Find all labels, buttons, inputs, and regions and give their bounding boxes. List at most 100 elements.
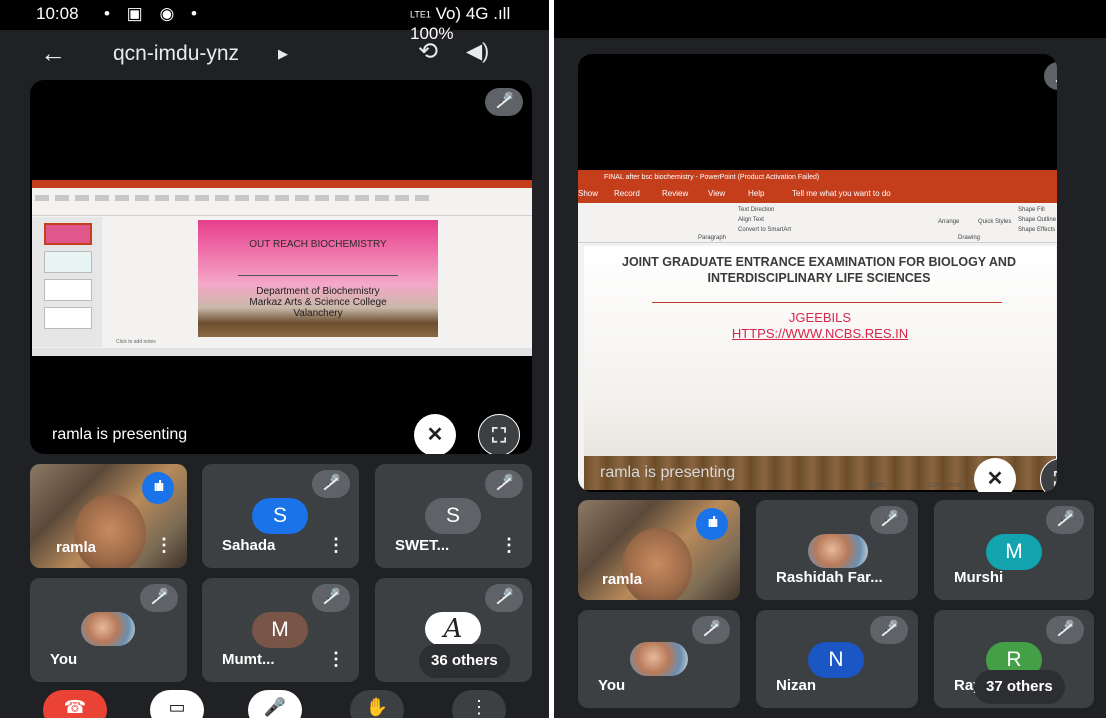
unpin-icon[interactable]: ✕ bbox=[974, 458, 1016, 492]
slide-line-2: Markaz Arts & Science College bbox=[249, 297, 387, 308]
call-controls: ☎ ▭ 🎤 ✋ ⋮ bbox=[0, 690, 549, 718]
participant-tile-ramla[interactable]: ıılı ramla ⋮ bbox=[30, 464, 187, 568]
shared-screen-powerpoint: FINAL after bsc biochemistry - PowerPoin… bbox=[578, 170, 1057, 490]
current-slide: JOINT GRADUATE ENTRANCE EXAMINATION FOR … bbox=[584, 246, 1056, 490]
avatar: M bbox=[986, 534, 1042, 570]
participant-name: You bbox=[598, 677, 626, 694]
ppt-tabs: Show Record Review View Help Tell me wha… bbox=[578, 186, 1057, 203]
left-screenshot: 10:08 • ▣ ◉ • LTE1 Vo) 4G .ıll 100% ← qc… bbox=[0, 0, 549, 718]
switch-camera-icon[interactable]: ⟲ bbox=[418, 37, 438, 66]
right-screenshot: 🎤 FINAL after bsc biochemistry - PowerPo… bbox=[554, 0, 1106, 718]
status-bar: 10:08 • ▣ ◉ • LTE1 Vo) 4G .ıll 100% bbox=[0, 0, 549, 43]
participant-tile-sahada[interactable]: 🎤 S Sahada ⋮ bbox=[202, 464, 359, 568]
others-count[interactable]: 37 others bbox=[974, 670, 1065, 704]
group-paragraph: Paragraph bbox=[698, 235, 727, 241]
slide-divider bbox=[652, 302, 1002, 303]
participant-name: Murshi bbox=[954, 569, 1004, 586]
tab-review: Review bbox=[662, 189, 689, 198]
ppt-ribbon bbox=[32, 188, 532, 216]
avatar bbox=[630, 642, 688, 676]
mic-off-icon: 🎤 bbox=[485, 584, 523, 612]
mic-off-icon: 🎤 bbox=[312, 584, 350, 612]
avatar: S bbox=[425, 498, 481, 534]
presentation-tile[interactable]: 🎤 OUT REACH BIOCHEMISTRY Department of B… bbox=[30, 80, 532, 454]
more-options-icon[interactable]: ⋮ bbox=[327, 649, 345, 670]
more-options-icon[interactable]: ⋮ bbox=[327, 535, 345, 556]
notes-button[interactable]: Notes bbox=[868, 482, 886, 489]
thumbnail-4 bbox=[44, 307, 92, 329]
group-drawing: Drawing bbox=[958, 235, 981, 241]
avatar: S bbox=[252, 498, 308, 534]
slide-line-3: Valanchery bbox=[293, 308, 343, 319]
presenting-label: ramla is presenting bbox=[600, 464, 736, 481]
mic-off-icon: 🎤 bbox=[485, 88, 523, 116]
more-options-icon[interactable]: ⋮ bbox=[500, 535, 518, 556]
participant-tile-rashidah[interactable]: 🎤 Rashidah Far... bbox=[756, 500, 918, 600]
thumbnail-1 bbox=[44, 223, 92, 245]
participant-tile-mumt[interactable]: 🎤 M Mumt... ⋮ bbox=[202, 578, 359, 682]
caret-right-icon[interactable]: ▶ bbox=[278, 46, 288, 62]
meeting-code[interactable]: qcn-imdu-ynz bbox=[113, 42, 239, 66]
participant-tile-others[interactable]: 🎤 R Ray 37 others bbox=[934, 610, 1094, 708]
ppt-titlebar: FINAL after bsc biochemistry - PowerPoin… bbox=[578, 170, 1057, 186]
participant-name: Rashidah Far... bbox=[776, 569, 883, 586]
participant-tile-ramla[interactable]: ıılı ramla bbox=[578, 500, 740, 600]
slide-divider bbox=[238, 275, 398, 276]
avatar: A bbox=[425, 612, 481, 646]
participant-tile-murshi[interactable]: 🎤 M Murshi bbox=[934, 500, 1094, 600]
avatar bbox=[81, 612, 135, 646]
ppt-titlebar bbox=[32, 180, 532, 188]
mic-off-icon: 🎤 bbox=[870, 506, 908, 534]
avatar bbox=[808, 534, 868, 568]
participant-name: Sahada bbox=[222, 537, 276, 554]
participant-tile-you[interactable]: 🎤 You bbox=[30, 578, 187, 682]
back-arrow-icon[interactable]: ← bbox=[40, 38, 66, 69]
participant-tile-swet[interactable]: 🎤 S SWET... ⋮ bbox=[375, 464, 532, 568]
fullscreen-icon[interactable]: ⛶ bbox=[478, 414, 520, 454]
participant-face bbox=[74, 494, 146, 568]
participant-tile-others[interactable]: 🎤 A A 36 others bbox=[375, 578, 532, 682]
status-time: 10:08 bbox=[36, 4, 79, 23]
current-slide: OUT REACH BIOCHEMISTRY Department of Bio… bbox=[198, 220, 438, 337]
raise-hand-button[interactable]: ✋ bbox=[350, 690, 404, 718]
right-status-bar bbox=[554, 0, 1106, 38]
tab-tell-me: Tell me what you want to do bbox=[792, 189, 891, 198]
participant-tile-nizan[interactable]: 🎤 N Nizan bbox=[756, 610, 918, 708]
slide-url-link[interactable]: HTTPS://WWW.NCBS.RES.IN bbox=[584, 326, 1056, 341]
mic-off-button[interactable]: 🎤 bbox=[248, 690, 302, 718]
mic-off-icon: 🎤 bbox=[1046, 506, 1084, 534]
tab-help: Help bbox=[748, 189, 765, 198]
participant-name: ramla bbox=[602, 571, 643, 588]
shared-screen-powerpoint: OUT REACH BIOCHEMISTRY Department of Bio… bbox=[32, 180, 532, 356]
thumbnail-2 bbox=[44, 251, 92, 273]
participant-tile-you[interactable]: 🎤 You bbox=[578, 610, 740, 708]
slide-heading: JOINT GRADUATE ENTRANCE EXAMINATION FOR … bbox=[622, 255, 1016, 285]
mic-off-icon: 🎤 bbox=[1046, 616, 1084, 644]
mic-off-icon: 🎤 bbox=[870, 616, 908, 644]
others-count[interactable]: 36 others bbox=[419, 644, 510, 678]
presenting-label: ramla is presenting bbox=[52, 426, 188, 443]
speaker-icon[interactable]: ◀) bbox=[466, 39, 489, 64]
unpin-icon[interactable]: ✕ bbox=[414, 414, 456, 454]
more-options-icon[interactable]: ⋮ bbox=[155, 535, 173, 556]
slide-acronym: JGEEBILS bbox=[788, 310, 852, 325]
participant-name: SWET... bbox=[395, 537, 450, 554]
camera-off-button[interactable]: ▭ bbox=[150, 690, 204, 718]
ppt-ribbon: Text Direction Align Text Convert to Sma… bbox=[578, 203, 1057, 243]
network-type: LTE1 bbox=[410, 9, 431, 20]
slide-line-1: Department of Biochemistry bbox=[256, 286, 380, 297]
presentation-tile[interactable]: 🎤 FINAL after bsc biochemistry - PowerPo… bbox=[578, 54, 1057, 492]
avatar: M bbox=[252, 612, 308, 648]
participant-name: ramla bbox=[56, 539, 97, 556]
mic-off-icon: 🎤 bbox=[312, 470, 350, 498]
avatar: N bbox=[808, 642, 864, 678]
more-options-button[interactable]: ⋮ bbox=[452, 690, 506, 718]
tab-record: Record bbox=[614, 189, 640, 198]
mic-off-icon: 🎤 bbox=[1044, 62, 1057, 90]
speaking-indicator-icon: ıılı bbox=[142, 472, 174, 504]
comments-button[interactable]: Comments bbox=[928, 482, 962, 489]
end-call-button[interactable]: ☎ bbox=[43, 690, 107, 718]
speaking-indicator-icon: ıılı bbox=[696, 508, 728, 540]
ppt-statusbar bbox=[32, 348, 532, 356]
notification-icons: • ▣ ◉ • bbox=[104, 4, 203, 23]
